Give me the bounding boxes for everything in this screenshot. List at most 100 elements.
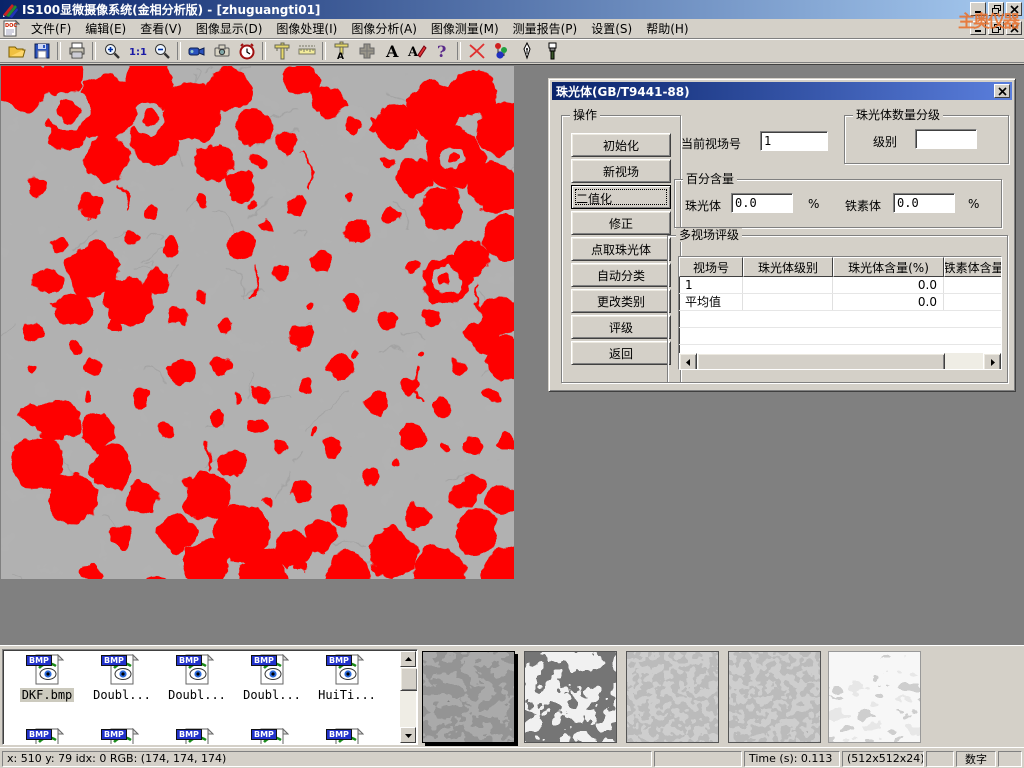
arrow-up-icon xyxy=(405,656,412,663)
svg-text:A: A xyxy=(407,45,419,60)
thumbnail-3[interactable] xyxy=(626,651,719,743)
child-restore-button[interactable] xyxy=(988,21,1004,35)
timer-button[interactable] xyxy=(234,40,259,62)
ruler-measure-button[interactable] xyxy=(294,40,319,62)
zoom-out-button[interactable] xyxy=(149,40,174,62)
grade-input[interactable] xyxy=(915,129,977,149)
dialog-close-button[interactable] xyxy=(994,84,1010,98)
file-item-partial[interactable]: BMP xyxy=(236,728,308,745)
init-button[interactable]: 初始化 xyxy=(571,133,671,157)
scroll-left-button[interactable] xyxy=(679,353,697,370)
thumbnail-5[interactable] xyxy=(828,651,921,743)
menu-file[interactable]: 文件(F) xyxy=(24,19,78,38)
col-pearlite-grade[interactable]: 珠光体级别 xyxy=(743,257,833,277)
file-item[interactable]: BMP HuiTi... xyxy=(311,654,383,702)
file-item[interactable]: BMP Doubl... xyxy=(86,654,158,702)
bmp-badge: BMP xyxy=(176,655,202,666)
text-tool-button[interactable]: A xyxy=(379,40,404,62)
snapshot-button[interactable] xyxy=(209,40,234,62)
table-horizontal-scrollbar[interactable] xyxy=(679,353,1001,369)
col-field-number[interactable]: 视场号 xyxy=(679,257,743,277)
dialog-title-bar[interactable]: 珠光体(GB/T9441-88) xyxy=(552,82,1012,100)
brush-tool-button[interactable] xyxy=(539,40,564,62)
menu-bar: DOC 文件(F) 编辑(E) 查看(V) 图像显示(D) 图像处理(I) 图像… xyxy=(0,19,1024,39)
scroll-up-button[interactable] xyxy=(400,651,416,667)
open-file-button[interactable] xyxy=(4,40,29,62)
restore-button[interactable] xyxy=(988,2,1004,16)
text-edit-button[interactable]: A xyxy=(404,40,429,62)
letter-a-icon: A xyxy=(382,41,402,61)
scroll-thumb[interactable] xyxy=(697,353,945,370)
print-button[interactable] xyxy=(64,40,89,62)
col-pearlite-content[interactable]: 珠光体含量(%) xyxy=(833,257,944,277)
file-name[interactable]: HuiTi... xyxy=(316,688,378,702)
thumbnail-2[interactable] xyxy=(524,651,617,743)
rating-table[interactable]: 视场号 珠光体级别 珠光体含量(%) 铁素体含量(%) 1 0.0 平均值 0.… xyxy=(678,256,1002,370)
scroll-thumb[interactable] xyxy=(400,667,418,691)
menu-view[interactable]: 查看(V) xyxy=(133,19,189,38)
scroll-down-button[interactable] xyxy=(400,727,416,743)
file-name[interactable]: DKF.bmp xyxy=(20,688,75,702)
menu-edit[interactable]: 编辑(E) xyxy=(78,19,133,38)
child-minimize-button[interactable] xyxy=(970,21,986,35)
multifield-group: 多视场评级 视场号 珠光体级别 珠光体含量(%) 铁素体含量(%) 1 0.0 … xyxy=(667,235,1008,383)
rate-button[interactable]: 评级 xyxy=(571,315,671,339)
table-row[interactable]: 1 0.0 xyxy=(679,277,1001,294)
menu-image-analysis[interactable]: 图像分析(A) xyxy=(344,19,424,38)
bmp-badge: BMP xyxy=(326,655,352,666)
binarize-button[interactable]: 二值化 xyxy=(571,185,671,209)
return-button[interactable]: 返回 xyxy=(571,341,671,365)
change-class-button[interactable]: 更改类别 xyxy=(571,289,671,313)
measure-annotate-button[interactable]: A xyxy=(329,40,354,62)
correct-button[interactable]: 修正 xyxy=(571,211,671,235)
menu-image-measure[interactable]: 图像测量(M) xyxy=(424,19,506,38)
menu-settings[interactable]: 设置(S) xyxy=(584,19,639,38)
file-item[interactable]: BMP DKF.bmp xyxy=(11,654,83,702)
file-item-partial[interactable]: BMP xyxy=(311,728,383,745)
file-item[interactable]: BMP Doubl... xyxy=(236,654,308,702)
pearlite-input[interactable] xyxy=(731,193,793,213)
ferrite-input[interactable] xyxy=(893,193,955,213)
file-item[interactable]: BMP Doubl... xyxy=(161,654,233,702)
merge-grid-button[interactable] xyxy=(354,40,379,62)
curve-tool-button[interactable] xyxy=(464,40,489,62)
pearlite-label: 珠光体 xyxy=(685,197,721,214)
auto-classify-button[interactable]: 自动分类 xyxy=(571,263,671,287)
current-field-label: 当前视场号 xyxy=(681,135,741,152)
minimize-button[interactable] xyxy=(970,2,986,16)
file-item-partial[interactable]: BMP xyxy=(11,728,83,745)
video-capture-button[interactable] xyxy=(184,40,209,62)
menu-image-display[interactable]: 图像显示(D) xyxy=(189,19,270,38)
count-particles-button[interactable] xyxy=(489,40,514,62)
micrograph-image[interactable] xyxy=(1,66,514,579)
col-ferrite-content[interactable]: 铁素体含量(%) xyxy=(944,257,1002,277)
file-name[interactable]: Doubl... xyxy=(91,688,153,702)
file-browser-scrollbar[interactable] xyxy=(400,651,416,743)
file-item-partial[interactable]: BMP xyxy=(161,728,233,745)
close-button[interactable] xyxy=(1006,2,1022,16)
caliper-measure-button[interactable] xyxy=(269,40,294,62)
file-browser: BMP DKF.bmp BMP Doubl... BMP Doubl... BM… xyxy=(2,649,418,745)
menu-measure-report[interactable]: 测量报告(P) xyxy=(506,19,585,38)
file-name[interactable]: Doubl... xyxy=(166,688,228,702)
letter-a-pencil-icon: A xyxy=(407,41,427,61)
menu-help[interactable]: 帮助(H) xyxy=(639,19,695,38)
menu-image-processing[interactable]: 图像处理(I) xyxy=(269,19,344,38)
help-button[interactable]: ? xyxy=(429,40,454,62)
child-close-button[interactable] xyxy=(1006,21,1022,35)
thumbnail-4[interactable] xyxy=(728,651,821,743)
pen-tool-button[interactable] xyxy=(514,40,539,62)
file-name[interactable]: Doubl... xyxy=(241,688,303,702)
cell-ferrite xyxy=(944,294,1002,310)
thumbnail-1[interactable] xyxy=(422,651,515,743)
file-item-partial[interactable]: BMP xyxy=(86,728,158,745)
scroll-right-button[interactable] xyxy=(983,353,1001,370)
actual-size-button[interactable]: 1:1 xyxy=(124,40,149,62)
pick-pearlite-button[interactable]: 点取珠光体 xyxy=(571,237,671,261)
save-button[interactable] xyxy=(29,40,54,62)
color-dots-icon xyxy=(492,41,512,61)
zoom-in-button[interactable] xyxy=(99,40,124,62)
current-field-input[interactable] xyxy=(760,131,828,151)
table-row[interactable]: 平均值 0.0 xyxy=(679,294,1001,311)
new-field-button[interactable]: 新视场 xyxy=(571,159,671,183)
